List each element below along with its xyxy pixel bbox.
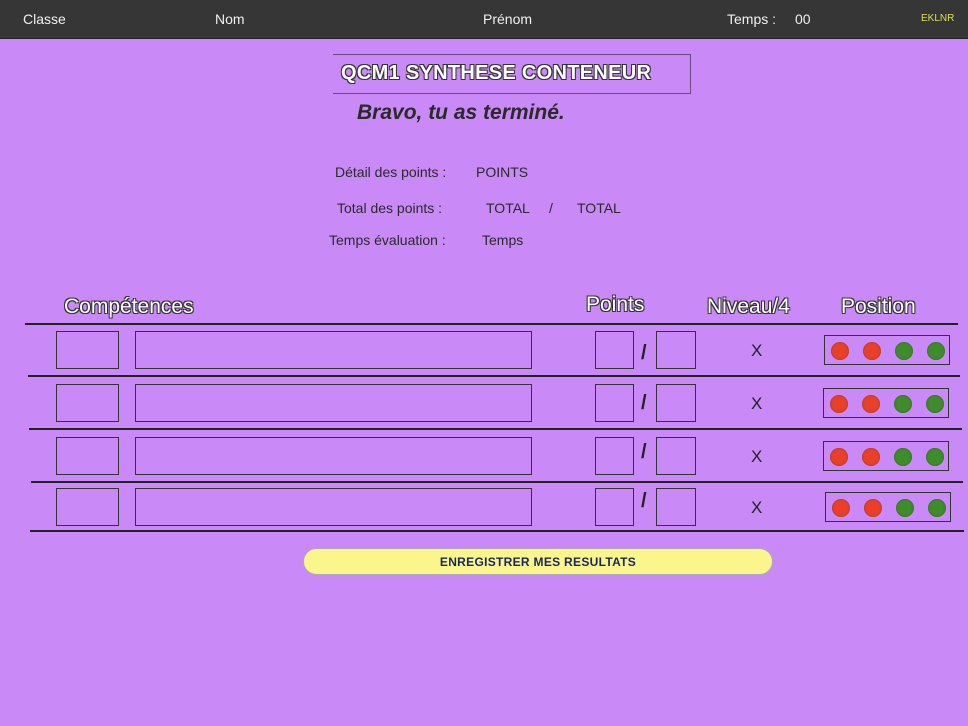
points-earned-box <box>595 331 634 369</box>
row-divider <box>30 530 964 532</box>
position-dot <box>927 342 945 360</box>
points-max-box <box>656 437 696 475</box>
niveau-value: X <box>751 394 763 413</box>
header-niveau: Niveau/4 <box>707 295 790 318</box>
position-dot <box>864 499 882 517</box>
row-divider <box>31 481 963 483</box>
competence-description-box <box>135 488 532 526</box>
position-indicator <box>825 492 951 522</box>
position-dot <box>928 499 946 517</box>
prenom-label: Prénom <box>483 11 533 27</box>
total-separator: / <box>549 200 553 216</box>
row-divider <box>28 375 960 377</box>
nom-label: Nom <box>215 11 245 27</box>
detail-points-label: Détail des points : <box>335 164 447 180</box>
row-divider <box>29 428 962 430</box>
detail-points-value: POINTS <box>476 164 529 180</box>
points-earned-box <box>595 384 634 422</box>
points-max-box <box>656 331 696 369</box>
header-points: Points <box>586 293 645 316</box>
position-dot <box>894 395 912 413</box>
total-points-max: TOTAL <box>577 200 621 216</box>
position-dot <box>831 342 849 360</box>
save-results-button[interactable]: ENREGISTRER MES RESULTATS <box>303 548 773 575</box>
position-indicator <box>823 388 949 418</box>
completion-message: Bravo, tu as terminé. <box>357 101 565 124</box>
position-dot <box>832 499 850 517</box>
header-position: Position <box>841 295 916 318</box>
points-max-box <box>656 488 696 526</box>
position-dot <box>862 448 880 466</box>
points-separator: / <box>641 392 647 414</box>
row-divider <box>25 323 958 325</box>
top-bar: Classe Nom Prénom Temps : 00 EKLNR <box>0 0 968 39</box>
classe-label: Classe <box>23 11 66 27</box>
points-separator: / <box>641 490 647 512</box>
competence-code-box <box>56 437 119 475</box>
temps-label: Temps : <box>727 11 777 27</box>
time-evaluation-label: Temps évaluation : <box>329 232 446 248</box>
niveau-value: X <box>751 498 763 517</box>
competence-description-box <box>135 437 532 475</box>
points-max-box <box>656 384 696 422</box>
points-earned-box <box>595 437 634 475</box>
niveau-value: X <box>751 341 763 360</box>
total-points-value: TOTAL <box>486 200 530 216</box>
total-points-label: Total des points : <box>337 200 443 216</box>
position-dot <box>926 395 944 413</box>
position-dot <box>896 499 914 517</box>
points-separator: / <box>641 342 647 364</box>
niveau-value: X <box>751 447 763 466</box>
time-evaluation-value: Temps <box>482 232 524 248</box>
position-dot <box>926 448 944 466</box>
position-dot <box>830 448 848 466</box>
position-indicator <box>824 335 950 365</box>
position-dot <box>894 448 912 466</box>
position-dot <box>862 395 880 413</box>
position-dot <box>895 342 913 360</box>
competence-code-box <box>56 488 119 526</box>
position-dot <box>863 342 881 360</box>
header-competences: Compétences <box>64 295 194 318</box>
competence-description-box <box>135 331 532 369</box>
competence-code-box <box>56 384 119 422</box>
competence-code-box <box>56 331 119 369</box>
temps-value: 00 <box>795 11 811 27</box>
position-indicator <box>823 441 949 471</box>
brand-logo: EKLNR <box>921 13 955 24</box>
points-separator: / <box>641 441 647 463</box>
page-title: QCM1 SYNTHESE CONTENEUR <box>341 62 652 84</box>
points-earned-box <box>595 488 634 526</box>
position-dot <box>830 395 848 413</box>
competence-description-box <box>135 384 532 422</box>
